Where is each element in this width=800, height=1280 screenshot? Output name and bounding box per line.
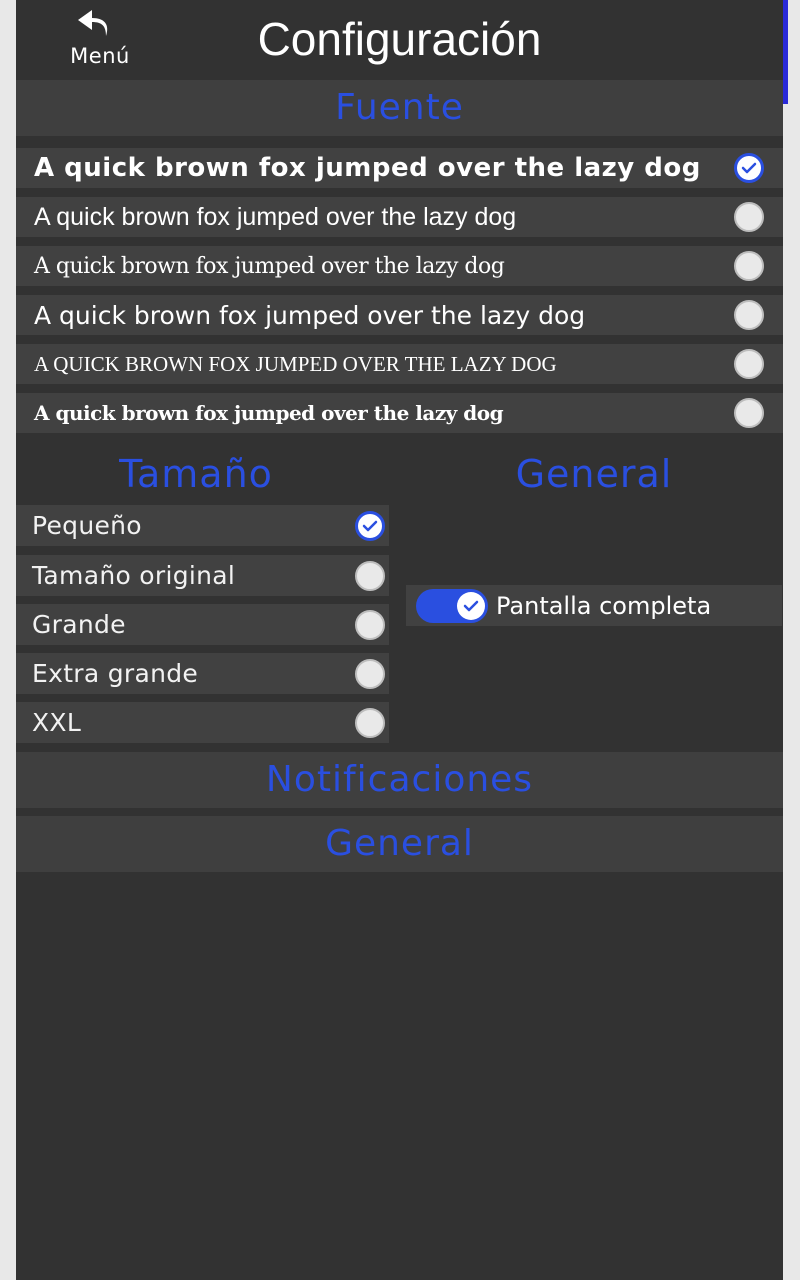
font-sample-text: A quick brown fox jumped over the lazy d… — [34, 153, 701, 183]
font-option-row[interactable]: A quick brown fox jumped over the lazy d… — [16, 246, 783, 286]
side-accent-bar — [783, 0, 788, 104]
check-icon — [463, 600, 479, 612]
radio-selected[interactable] — [355, 510, 385, 541]
section-font-header: Fuente — [16, 80, 783, 136]
font-option-row[interactable]: A QUICK BROWN FOX JUMPED OVER THE LAZY D… — [16, 344, 783, 384]
section-general-header[interactable]: General — [16, 816, 783, 872]
size-option-label: Pequeño — [32, 511, 142, 540]
size-option-row[interactable]: Extra grande — [16, 653, 389, 694]
size-option-row[interactable]: Tamaño original — [16, 555, 389, 596]
size-section-title: Tamaño — [119, 452, 273, 496]
radio-unselected[interactable] — [734, 398, 764, 428]
size-option-label: Tamaño original — [32, 561, 236, 590]
font-sample-text: A QUICK BROWN FOX JUMPED OVER THE LAZY D… — [34, 351, 557, 376]
font-sample-text: A quick brown fox jumped over the lazy d… — [34, 300, 586, 330]
font-option-row[interactable]: A quick brown fox jumped over the lazy d… — [16, 393, 783, 433]
font-option-row[interactable]: A quick brown fox jumped over the lazy d… — [16, 197, 783, 237]
toggle-knob — [457, 592, 485, 620]
size-option-row[interactable]: XXL — [16, 702, 389, 743]
fullscreen-label: Pantalla completa — [496, 591, 712, 620]
check-icon — [741, 162, 757, 174]
page-title: Configuración — [257, 13, 542, 65]
size-option-row[interactable]: Pequeño — [16, 505, 389, 546]
fullscreen-toggle[interactable] — [416, 589, 488, 623]
radio-selected[interactable] — [734, 153, 764, 183]
radio-unselected[interactable] — [734, 349, 764, 379]
radio-unselected[interactable] — [355, 560, 385, 591]
size-option-label: Grande — [32, 610, 126, 639]
font-sample-text: A quick brown fox jumped over the lazy d… — [34, 401, 504, 425]
check-icon — [362, 520, 378, 531]
font-sample-text: A quick brown fox jumped over the lazy d… — [34, 202, 517, 231]
radio-unselected[interactable] — [355, 707, 385, 738]
radio-unselected[interactable] — [355, 609, 385, 640]
font-sample-text: A quick brown fox jumped over the lazy d… — [34, 253, 505, 279]
size-option-row[interactable]: Grande — [16, 604, 389, 645]
font-option-row[interactable]: A quick brown fox jumped over the lazy d… — [16, 295, 783, 335]
radio-unselected[interactable] — [355, 658, 385, 689]
radio-unselected[interactable] — [734, 202, 764, 232]
general-column-title: General — [515, 452, 673, 496]
size-option-label: XXL — [32, 708, 82, 737]
section-notifications-header[interactable]: Notificaciones — [16, 752, 783, 808]
font-option-row[interactable]: A quick brown fox jumped over the lazy d… — [16, 148, 783, 188]
radio-unselected[interactable] — [734, 251, 764, 281]
size-option-label: Extra grande — [32, 659, 199, 688]
radio-unselected[interactable] — [734, 300, 764, 330]
